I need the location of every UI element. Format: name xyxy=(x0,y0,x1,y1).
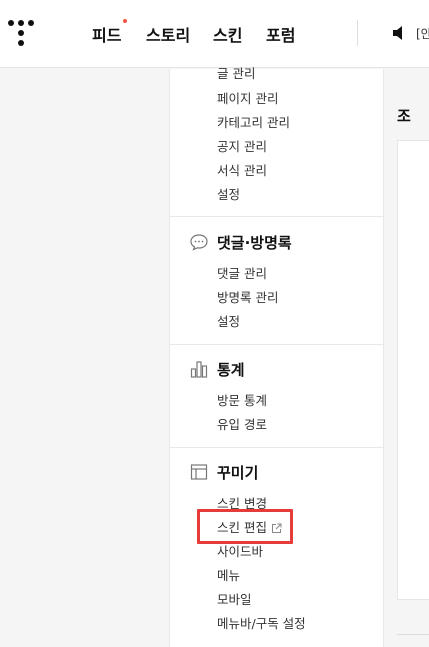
nav-forum[interactable]: 포럼 xyxy=(266,22,295,46)
section-header-stats[interactable]: 통계 xyxy=(189,358,245,380)
sidebar-item-menubar-subscribe[interactable]: 메뉴바/구독 설정 xyxy=(217,613,306,632)
highlight-box xyxy=(197,509,293,544)
tistory-logo-icon[interactable] xyxy=(8,20,36,48)
notice-text[interactable]: [안 xyxy=(416,25,429,42)
sidebar-item-post-manage[interactable]: 글 관리 xyxy=(217,63,255,82)
sidebar-item-guestbook-manage[interactable]: 방명록 관리 xyxy=(217,287,278,306)
content-bottom-divider xyxy=(397,634,429,635)
sidebar-item-referrer[interactable]: 유입 경로 xyxy=(217,414,267,433)
sidebar-item-visit-stats[interactable]: 방문 통계 xyxy=(217,390,267,409)
section-divider xyxy=(170,344,383,345)
speaker-icon[interactable] xyxy=(392,24,408,42)
nav-forum-label: 포럼 xyxy=(266,26,296,45)
header-divider xyxy=(357,20,358,46)
sidebar-item-post-settings[interactable]: 설정 xyxy=(217,184,240,203)
admin-sidebar: 글 관리 페이지 관리 카테고리 관리 공지 관리 서식 관리 설정 댓글·방명… xyxy=(169,66,384,647)
top-navigation-bar: 피드 스토리 스킨 포럼 [안 xyxy=(0,0,429,68)
nav-skin-label: 스킨 xyxy=(213,26,243,45)
nav-feed-label: 피드 xyxy=(92,26,122,45)
layout-icon xyxy=(190,464,208,480)
nav-story-label: 스토리 xyxy=(146,26,191,45)
section-divider xyxy=(170,216,383,217)
nav-story[interactable]: 스토리 xyxy=(146,22,190,46)
section-title-comments: 댓글·방명록 xyxy=(217,233,292,252)
sidebar-item-mobile[interactable]: 모바일 xyxy=(217,589,252,608)
sidebar-item-menu[interactable]: 메뉴 xyxy=(217,565,240,584)
sidebar-item-comment-settings[interactable]: 설정 xyxy=(217,311,240,330)
section-divider xyxy=(170,447,383,448)
nav-skin[interactable]: 스킨 xyxy=(213,22,242,46)
sidebar-item-comment-manage[interactable]: 댓글 관리 xyxy=(217,263,267,282)
speech-bubble-icon xyxy=(190,234,208,251)
sidebar-item-category-manage[interactable]: 카테고리 관리 xyxy=(217,112,290,131)
sidebar-item-template-manage[interactable]: 서식 관리 xyxy=(217,160,267,179)
section-title-decorate: 꾸미기 xyxy=(217,463,259,482)
content-heading: 조 xyxy=(397,107,411,125)
section-title-stats: 통계 xyxy=(217,360,245,379)
new-indicator-dot xyxy=(123,19,128,23)
section-header-decorate[interactable]: 꾸미기 xyxy=(189,461,258,483)
bar-chart-icon xyxy=(190,361,208,378)
nav-feed[interactable]: 피드 xyxy=(92,19,128,46)
sidebar-item-page-manage[interactable]: 페이지 관리 xyxy=(217,88,278,107)
section-header-comments[interactable]: 댓글·방명록 xyxy=(189,231,292,253)
sidebar-item-notice-manage[interactable]: 공지 관리 xyxy=(217,136,267,155)
content-panel xyxy=(397,140,429,600)
